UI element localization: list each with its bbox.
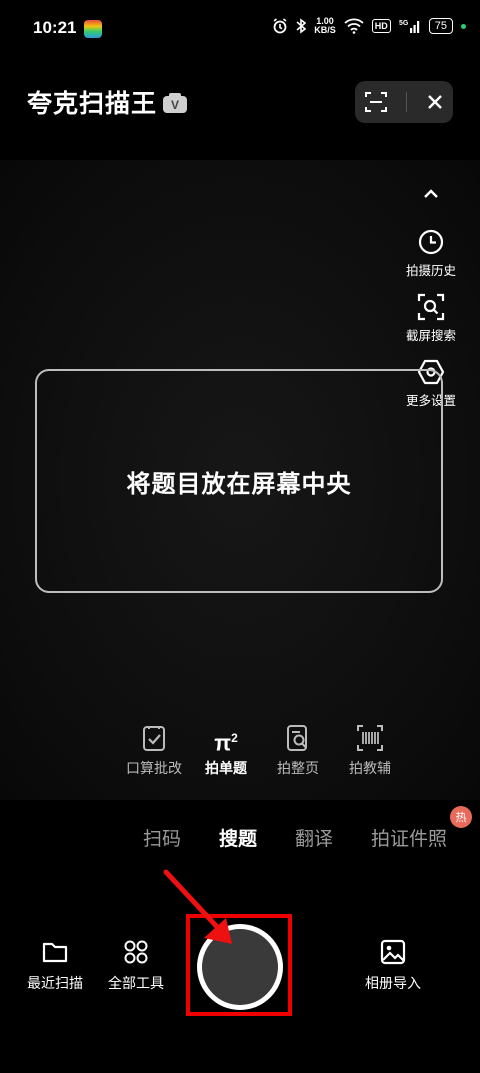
barcode-icon	[357, 725, 383, 751]
recent-scan-button[interactable]: 最近扫描	[27, 939, 83, 993]
status-indicators: 1.00 KB/S HD 5G 75	[272, 17, 466, 35]
mode-mental-math[interactable]: 口算批改	[126, 724, 182, 778]
hot-badge: 热	[450, 806, 472, 828]
battery-level: 75	[428, 18, 453, 34]
recent-scan-label: 最近扫描	[27, 975, 83, 991]
shooting-history-button[interactable]: 拍摄历史	[396, 228, 466, 279]
tab-translate[interactable]: 翻译	[295, 824, 333, 851]
mode-full-page[interactable]: 拍整页	[270, 724, 326, 778]
pi-squared-icon: π2	[214, 724, 238, 756]
signal-icon: 5G	[399, 20, 419, 33]
tab-search-question[interactable]: 搜题	[219, 824, 257, 851]
chevron-up-icon	[424, 189, 438, 198]
album-import-button[interactable]: 相册导入	[365, 939, 421, 993]
scan-frame: 将题目放在屏幕中央	[35, 369, 443, 593]
pi-superscript: 2	[231, 731, 238, 745]
app-notification-icon	[84, 20, 102, 38]
album-import-label: 相册导入	[365, 975, 421, 991]
app-title: 夸克扫描王	[27, 90, 158, 118]
red-arrow-annotation	[163, 869, 232, 944]
image-icon	[380, 939, 406, 965]
mode-label: 拍整页	[277, 760, 319, 776]
page-search-icon	[287, 725, 307, 751]
status-time: 10:21	[33, 18, 77, 37]
side-tool-label: 截屏搜索	[405, 329, 456, 343]
all-tools-button[interactable]: 全部工具	[108, 939, 164, 993]
close-icon[interactable]	[426, 93, 444, 111]
folder-icon	[42, 942, 68, 963]
actions-divider	[405, 92, 407, 112]
check-doc-icon	[143, 726, 165, 751]
scan-frame-icon[interactable]	[364, 91, 387, 113]
all-tools-label: 全部工具	[108, 975, 164, 991]
svg-text:5G: 5G	[399, 20, 409, 27]
tab-scan-code[interactable]: 扫码	[143, 824, 181, 851]
hd-badge: HD	[371, 19, 391, 33]
grid-icon	[124, 940, 148, 964]
clock-icon	[418, 229, 444, 255]
mode-label: 拍单题	[205, 760, 247, 776]
privacy-dot	[461, 23, 466, 29]
wifi-icon	[344, 18, 364, 34]
mode-label: 口算批改	[126, 760, 182, 776]
svg-text:V: V	[171, 98, 179, 112]
scan-hint: 将题目放在屏幕中央	[126, 470, 352, 498]
category-tabs: 扫码 搜题 翻译 拍证件照	[0, 824, 480, 856]
sub-mode-bar: 口算批改 π2 拍单题 拍整页 拍教辅	[126, 724, 398, 778]
speed-unit: KB/S	[314, 25, 336, 35]
mode-single-question[interactable]: π2 拍单题	[198, 724, 254, 778]
pi-glyph: π	[214, 730, 232, 756]
tab-id-photo[interactable]: 拍证件照	[371, 824, 447, 851]
vip-icon[interactable]: V	[162, 92, 188, 114]
mode-label: 拍教辅	[349, 760, 391, 776]
side-tool-label: 拍摄历史	[405, 264, 456, 278]
alarm-icon	[273, 18, 287, 34]
screenshot-search-button[interactable]: 截屏搜索	[396, 293, 466, 344]
screenshot-search-icon	[417, 293, 445, 321]
network-speed: 1.00 KB/S	[314, 17, 336, 35]
status-bar: 10:21 1.00 KB/S HD 5G 75	[0, 0, 480, 60]
bluetooth-icon	[296, 18, 307, 34]
collapse-button[interactable]	[396, 188, 466, 214]
mode-textbook[interactable]: 拍教辅	[342, 724, 398, 778]
header-actions	[355, 81, 453, 123]
